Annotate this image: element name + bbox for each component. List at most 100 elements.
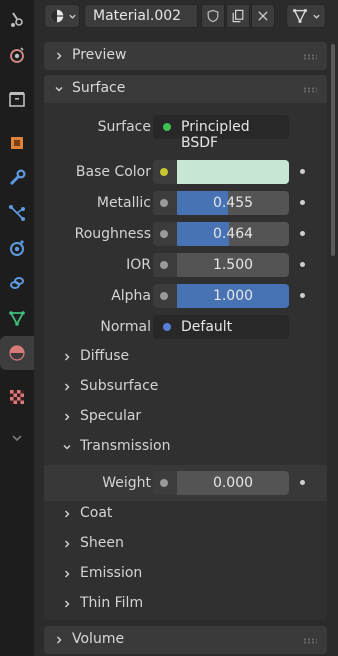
emission-subpanel-header[interactable]: Emission (44, 560, 327, 588)
emission-label: Emission (80, 565, 143, 581)
preview-panel-header[interactable]: Preview (44, 42, 327, 70)
subsurface-label: Subsurface (80, 378, 159, 394)
shader-socket-icon (163, 123, 171, 131)
shield-icon (207, 9, 219, 23)
alpha-socket[interactable] (153, 284, 177, 308)
scrollbar[interactable] (331, 44, 335, 256)
node-tree-icon (292, 8, 308, 24)
diffuse-subpanel-header[interactable]: Diffuse (44, 343, 327, 371)
alpha-slider[interactable]: 1.000 (177, 284, 289, 308)
surface-label: Surface (97, 119, 151, 135)
tab-particles[interactable] (0, 196, 34, 230)
duplicate-material-button[interactable] (226, 4, 250, 28)
surface-shader-selector[interactable]: Principled BSDF (153, 115, 289, 151)
tab-render[interactable] (0, 38, 34, 72)
physics-icon (10, 240, 24, 256)
thin-film-subpanel-header[interactable]: Thin Film (44, 590, 327, 618)
tab-data[interactable] (0, 301, 34, 335)
tab-constraints[interactable] (0, 266, 34, 300)
subsurface-subpanel-header[interactable]: Subsurface (44, 373, 327, 401)
tab-more[interactable] (0, 421, 34, 455)
weight-socket[interactable] (153, 471, 177, 495)
chevron-right-icon (65, 510, 70, 518)
ior-row: IOR 1.500 (44, 253, 327, 277)
keyframe-dot-icon[interactable] (300, 169, 305, 174)
transmission-subpanel-header[interactable]: Transmission (44, 433, 327, 461)
metallic-socket[interactable] (153, 191, 177, 215)
modifier-icon (9, 169, 26, 186)
metallic-row: Metallic 0.455 (44, 191, 327, 215)
material-header: Material.002 (34, 0, 338, 34)
keyframe-dot-icon[interactable] (300, 262, 305, 267)
ior-label: IOR (126, 257, 151, 273)
alpha-value: 1.000 (212, 288, 254, 304)
roughness-slider[interactable]: 0.464 (177, 222, 289, 246)
drag-handle-icon[interactable] (303, 638, 317, 644)
tab-modifiers[interactable] (0, 161, 34, 195)
normal-row: Normal Default (44, 315, 327, 339)
surface-panel-header[interactable]: Surface (44, 75, 327, 103)
coat-subpanel-header[interactable]: Coat (44, 500, 327, 528)
chevron-down-icon (63, 445, 71, 450)
surface-shader-value: Principled BSDF (181, 119, 250, 151)
value-socket-icon (160, 199, 168, 207)
chevron-right-icon (65, 570, 70, 578)
more-icon (12, 435, 22, 442)
keyframe-dot-icon[interactable] (300, 231, 305, 236)
surface-panel: Surface Surface Principled BSDF Base Col… (44, 75, 327, 620)
volume-panel: Volume (44, 626, 327, 654)
base-color-row: Base Color (44, 160, 327, 184)
normal-selector[interactable]: Default (153, 315, 289, 339)
tab-object[interactable] (0, 126, 34, 160)
ior-field[interactable]: 1.500 (177, 253, 289, 277)
material-name-field[interactable]: Material.002 (84, 4, 198, 28)
tab-physics[interactable] (0, 231, 34, 265)
keyframe-dot-icon[interactable] (300, 293, 305, 298)
material-properties-area: Material.002 Preview Surface Surface Pri… (34, 0, 338, 656)
weight-slider[interactable]: 0.000 (177, 471, 289, 495)
chevron-right-icon (65, 383, 70, 391)
chevron-right-icon (57, 52, 62, 60)
tab-tool[interactable] (0, 2, 34, 36)
chevron-right-icon (65, 540, 70, 548)
value-socket-icon (160, 479, 168, 487)
base-color-socket[interactable] (153, 160, 177, 184)
specular-subpanel-header[interactable]: Specular (44, 403, 327, 431)
node-tree-menu-button[interactable] (286, 4, 326, 28)
constraints-icon (10, 277, 24, 289)
drag-handle-icon[interactable] (303, 54, 317, 60)
alpha-row: Alpha 1.000 (44, 284, 327, 308)
material-name: Material.002 (93, 8, 182, 24)
ior-socket[interactable] (153, 253, 177, 277)
roughness-socket[interactable] (153, 222, 177, 246)
particles-icon (9, 205, 25, 221)
normal-value: Default (181, 319, 233, 335)
drag-handle-icon[interactable] (303, 87, 317, 93)
fake-user-button[interactable] (201, 4, 225, 28)
data-icon (9, 311, 25, 326)
value-socket-icon (160, 292, 168, 300)
volume-panel-header[interactable]: Volume (44, 626, 327, 654)
chevron-right-icon (65, 600, 70, 608)
chevron-down-icon (313, 14, 320, 19)
ior-value: 1.500 (212, 257, 254, 273)
value-socket-icon (160, 261, 168, 269)
alpha-label: Alpha (111, 288, 151, 304)
tab-material[interactable] (0, 336, 34, 370)
tab-texture[interactable] (0, 380, 34, 414)
properties-tab-strip (0, 0, 34, 656)
material-browse-button[interactable] (44, 4, 80, 28)
sheen-subpanel-header[interactable]: Sheen (44, 530, 327, 558)
object-icon (11, 137, 23, 149)
weight-value: 0.000 (212, 475, 254, 491)
base-color-swatch[interactable] (177, 160, 289, 184)
preview-panel: Preview (44, 42, 327, 70)
keyframe-dot-icon[interactable] (300, 480, 305, 485)
coat-label: Coat (80, 505, 113, 521)
unlink-material-button[interactable] (251, 4, 275, 28)
metallic-slider[interactable]: 0.455 (177, 191, 289, 215)
vector-socket-icon (163, 323, 171, 331)
keyframe-dot-icon[interactable] (300, 200, 305, 205)
tab-output[interactable] (0, 82, 34, 116)
transmission-subpanel-body: Weight 0.000 (44, 465, 327, 501)
